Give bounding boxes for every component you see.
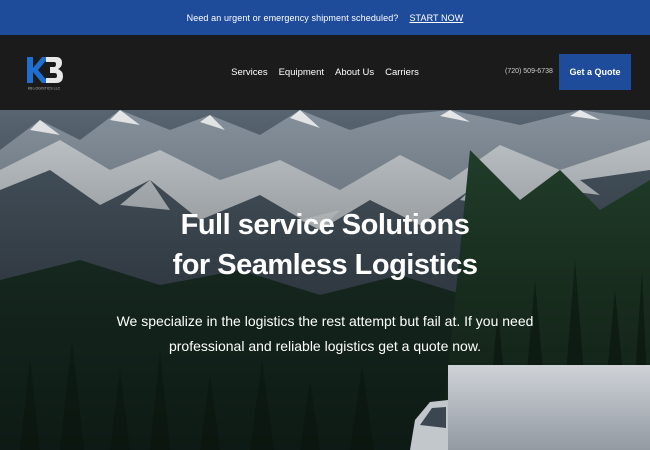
nav-services[interactable]: Services xyxy=(231,67,267,78)
nav-about-us[interactable]: About Us xyxy=(335,67,374,78)
hero-title-line-2: for Seamless Logistics xyxy=(172,249,478,281)
site-header: KB LOGISTICS LLC Services Equipment Abou… xyxy=(0,35,650,110)
hero-subtitle: We specialize in the logistics the rest … xyxy=(0,309,650,359)
phone-link[interactable]: (720) 509-6738 xyxy=(505,68,553,75)
get-a-quote-button[interactable]: Get a Quote xyxy=(559,54,631,90)
hero-section: Full service Solutions for Seamless Logi… xyxy=(0,110,650,450)
start-now-link[interactable]: START NOW xyxy=(409,13,463,23)
hero-title: Full service Solutions for Seamless Logi… xyxy=(0,205,650,285)
nav-equipment[interactable]: Equipment xyxy=(279,67,324,78)
hero-subtitle-line-1: We specialize in the logistics the rest … xyxy=(116,313,534,329)
announcement-bar: Need an urgent or emergency shipment sch… xyxy=(0,0,650,35)
hero-subtitle-line-2: professional and reliable logistics get … xyxy=(168,338,482,354)
announcement-message: Need an urgent or emergency shipment sch… xyxy=(186,12,399,23)
nav-carriers[interactable]: Carriers xyxy=(385,67,419,78)
hero-title-line-1: Full service Solutions xyxy=(180,209,470,241)
